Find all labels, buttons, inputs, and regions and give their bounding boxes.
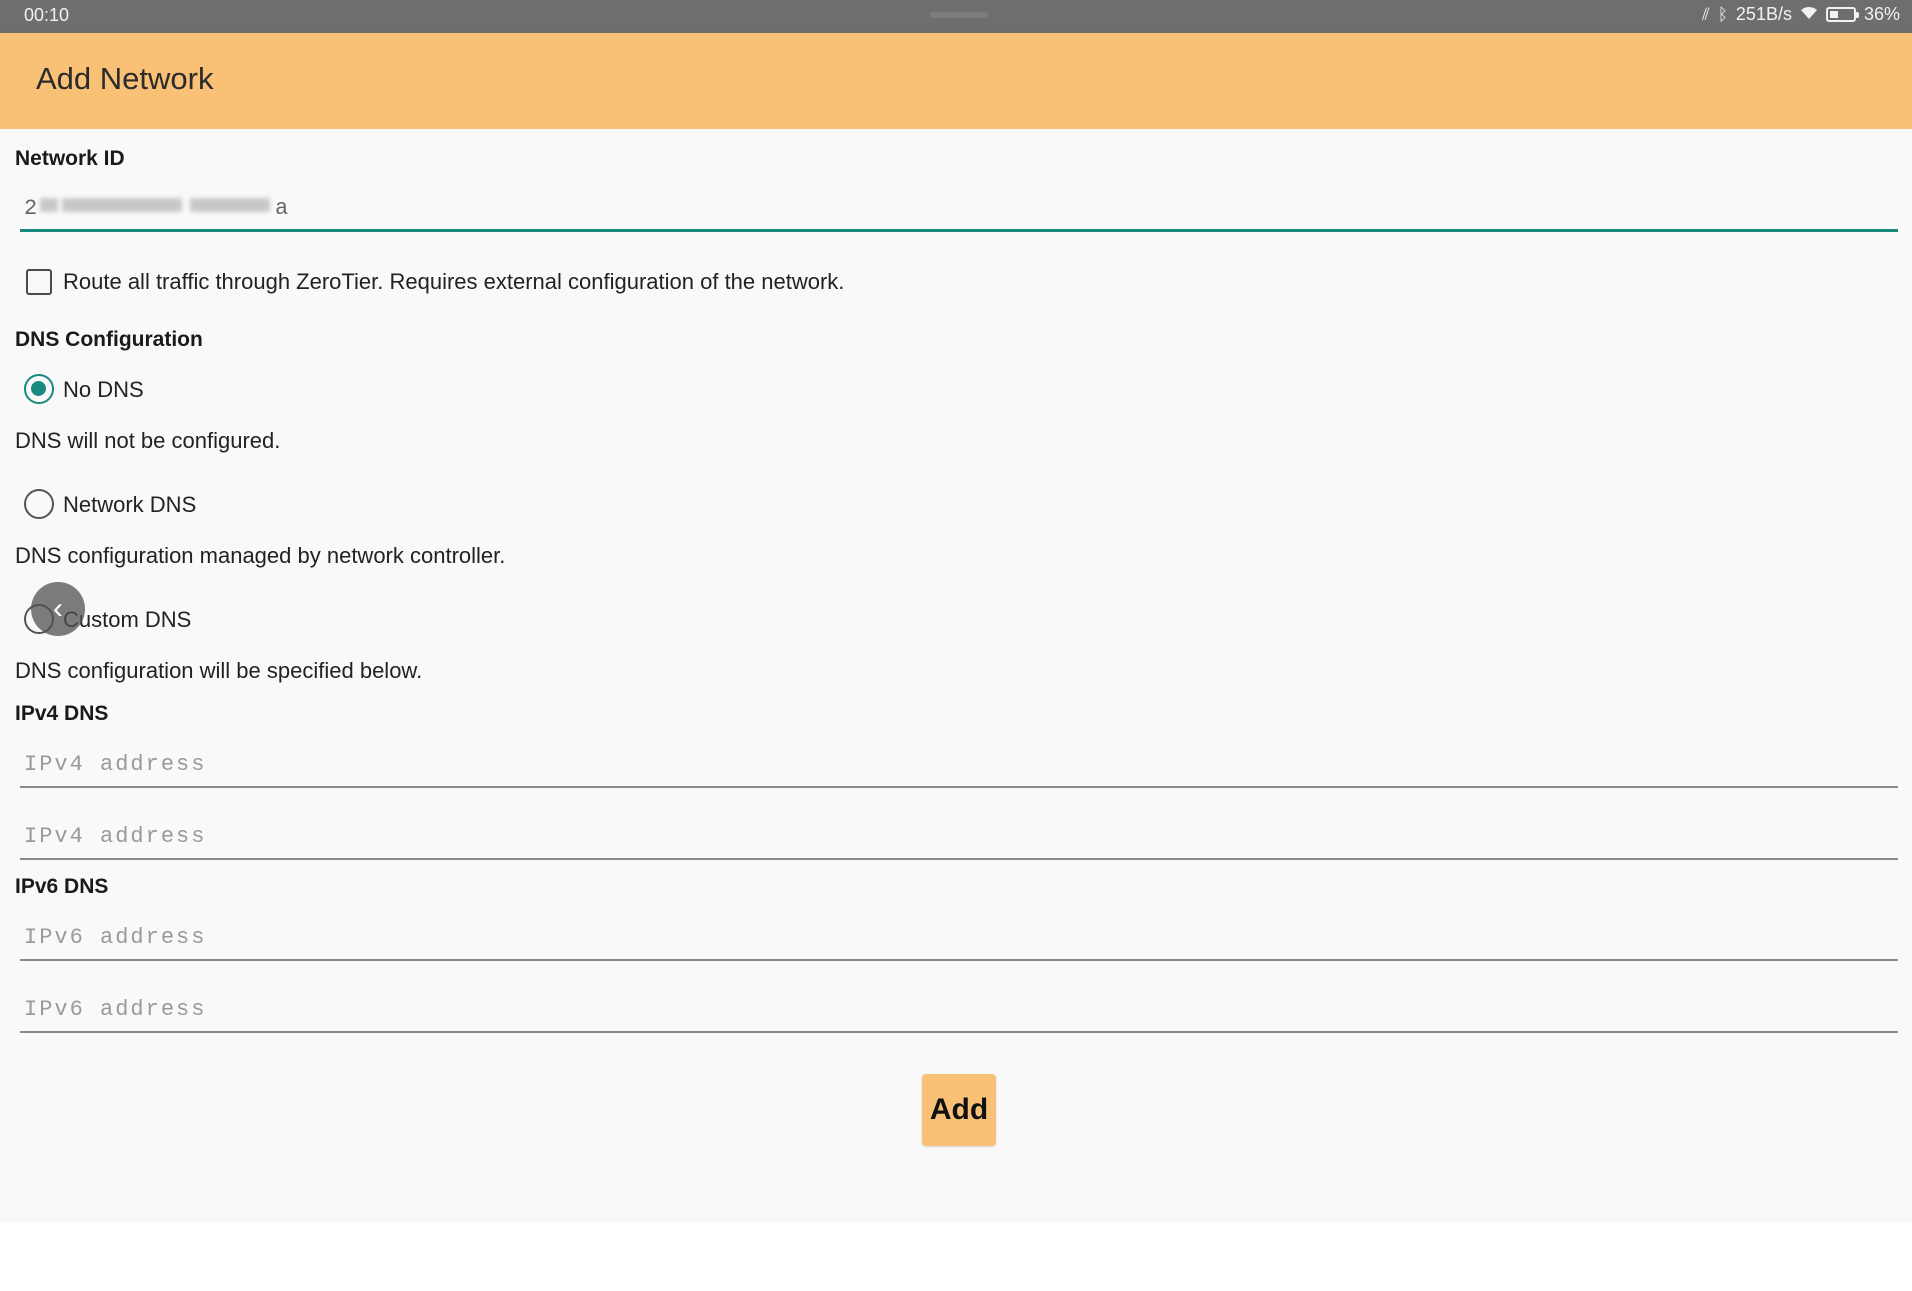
no-dns-radio[interactable]	[24, 374, 54, 404]
status-notch	[930, 12, 988, 18]
ipv4-dns-label: IPv4 DNS	[15, 702, 109, 725]
ipv4-dns-field-2[interactable]	[20, 814, 1898, 860]
battery-icon	[1825, 7, 1859, 22]
page-title: Add Network	[36, 61, 214, 96]
ipv6-dns-field-2[interactable]	[20, 987, 1898, 1033]
no-dns-description: DNS will not be configured.	[15, 428, 281, 453]
vibrate-icon: ⫽	[1702, 5, 1710, 24]
network-dns-label[interactable]: Network DNS	[63, 492, 196, 518]
status-bar: 00:10 ⫽ ᛒ 251B/s 36%	[0, 0, 1912, 33]
app-bar: Add Network	[0, 33, 1912, 129]
battery-percent: 36%	[1863, 4, 1900, 24]
redacted-segment	[62, 198, 182, 212]
dns-config-label: DNS Configuration	[15, 328, 203, 351]
no-dns-label[interactable]: No DNS	[63, 377, 144, 403]
network-id-field[interactable]: 2	[20, 186, 1898, 232]
ipv4-dns-field-1[interactable]	[20, 742, 1898, 788]
network-id-value-start: 2	[24, 196, 40, 221]
network-dns-radio[interactable]	[24, 489, 54, 519]
ipv6-dns-label: IPv6 DNS	[15, 875, 109, 898]
wifi-icon	[1800, 5, 1818, 24]
network-id-label: Network ID	[15, 147, 125, 170]
network-id-value-end: a	[275, 196, 289, 221]
route-all-label[interactable]: Route all traffic through ZeroTier. Requ…	[63, 269, 844, 295]
ipv6-dns-field-1[interactable]	[20, 915, 1898, 961]
redacted-segment	[190, 198, 270, 212]
route-all-checkbox[interactable]	[26, 269, 52, 295]
back-gesture-icon[interactable]: ‹	[31, 582, 85, 636]
redacted-segment	[40, 198, 58, 212]
network-dns-description: DNS configuration managed by network con…	[15, 543, 506, 568]
status-icons: ⫽ ᛒ 251B/s 36%	[1702, 4, 1900, 25]
custom-dns-description: DNS configuration will be specified belo…	[15, 658, 423, 683]
status-time: 00:10	[24, 5, 70, 25]
bluetooth-icon: ᛒ	[1717, 5, 1728, 24]
add-button[interactable]: Add	[922, 1074, 996, 1146]
net-speed: 251B/s	[1735, 4, 1792, 24]
